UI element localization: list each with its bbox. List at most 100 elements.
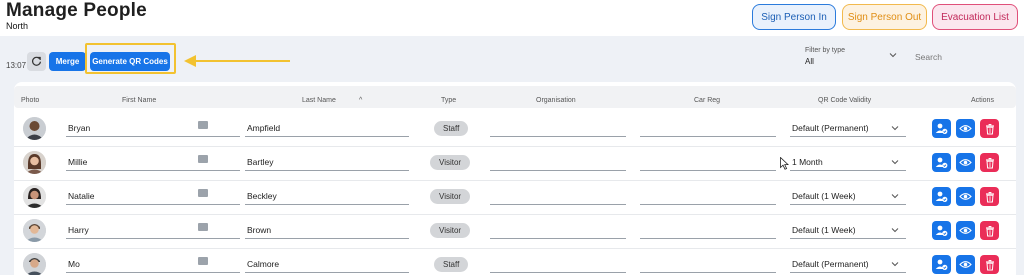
person-check-icon	[935, 123, 948, 134]
last-updated-time: 13:07	[6, 61, 27, 70]
person-check-icon	[935, 259, 948, 270]
eye-icon	[959, 227, 972, 234]
chevron-down-icon[interactable]	[891, 192, 899, 200]
table-row: Natalie Beckley Visitor Default (1 Week)	[14, 181, 1016, 215]
avatar	[23, 219, 46, 242]
view-button[interactable]	[956, 187, 975, 206]
delete-button[interactable]	[980, 119, 999, 138]
first-name-field[interactable]: Millie	[66, 152, 240, 171]
column-type[interactable]: Type	[441, 97, 456, 104]
mouse-cursor-icon	[780, 157, 789, 170]
avatar	[23, 117, 46, 140]
person-check-button[interactable]	[932, 153, 951, 172]
filter-type-select[interactable]: All	[805, 57, 814, 66]
person-check-icon	[935, 225, 948, 236]
arrow-left-icon	[184, 55, 290, 67]
sign-person-in-button[interactable]: Sign Person In	[752, 4, 836, 30]
page-subtitle: North	[6, 21, 29, 31]
car-reg-field[interactable]	[640, 118, 776, 137]
person-check-icon	[935, 191, 948, 202]
trash-icon	[985, 191, 994, 202]
delete-button[interactable]	[980, 221, 999, 240]
qr-validity-select[interactable]: 1 Month	[790, 152, 906, 171]
table-row: Bryan Ampfield Staff Default (Permanent)	[14, 113, 1016, 147]
table-row: Millie Bartley Visitor 1 Month	[14, 147, 1016, 181]
page-title: Manage People	[6, 0, 147, 21]
person-check-button[interactable]	[932, 221, 951, 240]
organisation-field[interactable]	[490, 186, 626, 205]
person-check-button[interactable]	[932, 119, 951, 138]
view-button[interactable]	[956, 255, 975, 274]
last-name-field[interactable]: Ampfield	[245, 118, 409, 137]
refresh-icon	[32, 56, 42, 66]
organisation-field[interactable]	[490, 254, 626, 273]
car-reg-field[interactable]	[640, 254, 776, 273]
avatar	[23, 185, 46, 208]
column-last-name[interactable]: Last Name	[302, 97, 336, 104]
column-car-reg[interactable]: Car Reg	[694, 97, 720, 104]
last-name-field[interactable]: Calmore	[245, 254, 409, 273]
car-reg-field[interactable]	[640, 220, 776, 239]
chevron-down-icon[interactable]	[891, 226, 899, 234]
id-card-icon[interactable]	[198, 223, 208, 231]
type-badge: Staff	[434, 257, 469, 272]
table-row: Mo Calmore Staff Default (Permanent)	[14, 249, 1016, 275]
type-badge: Staff	[434, 121, 469, 136]
chevron-down-icon[interactable]	[891, 124, 899, 132]
qr-validity-select[interactable]: Default (Permanent)	[790, 254, 906, 273]
chevron-down-icon[interactable]	[889, 51, 897, 59]
table-header: Photo First Name Last Name ^ Type Organi…	[14, 86, 1016, 108]
eye-icon	[959, 159, 972, 166]
type-badge: Visitor	[430, 189, 471, 204]
organisation-field[interactable]	[490, 118, 626, 137]
person-check-button[interactable]	[932, 187, 951, 206]
filter-label: Filter by type	[805, 47, 846, 54]
delete-button[interactable]	[980, 187, 999, 206]
first-name-field[interactable]: Harry	[66, 220, 240, 239]
last-name-field[interactable]: Brown	[245, 220, 409, 239]
last-name-field[interactable]: Beckley	[245, 186, 409, 205]
view-button[interactable]	[956, 119, 975, 138]
trash-icon	[985, 123, 994, 134]
type-badge: Visitor	[430, 155, 471, 170]
sign-person-out-button[interactable]: Sign Person Out	[842, 4, 927, 30]
sort-ascending-icon: ^	[359, 97, 363, 104]
person-check-icon	[935, 157, 948, 168]
delete-button[interactable]	[980, 255, 999, 274]
generate-qr-codes-button[interactable]: Generate QR Codes	[90, 52, 170, 71]
delete-button[interactable]	[980, 153, 999, 172]
car-reg-field[interactable]	[640, 152, 776, 171]
person-check-button[interactable]	[932, 255, 951, 274]
column-first-name[interactable]: First Name	[122, 97, 156, 104]
people-table: Photo First Name Last Name ^ Type Organi…	[14, 82, 1016, 275]
column-actions: Actions	[971, 97, 994, 104]
view-button[interactable]	[956, 153, 975, 172]
first-name-field[interactable]: Natalie	[66, 186, 240, 205]
eye-icon	[959, 193, 972, 200]
organisation-field[interactable]	[490, 152, 626, 171]
first-name-field[interactable]: Bryan	[66, 118, 240, 137]
first-name-field[interactable]: Mo	[66, 254, 240, 273]
search-input[interactable]: Search	[915, 52, 942, 62]
eye-icon	[959, 125, 972, 132]
merge-button[interactable]: Merge	[49, 52, 86, 71]
id-card-icon[interactable]	[198, 257, 208, 265]
evacuation-list-button[interactable]: Evacuation List	[932, 4, 1018, 30]
chevron-down-icon[interactable]	[891, 158, 899, 166]
qr-validity-select[interactable]: Default (1 Week)	[790, 186, 906, 205]
organisation-field[interactable]	[490, 220, 626, 239]
car-reg-field[interactable]	[640, 186, 776, 205]
qr-validity-select[interactable]: Default (1 Week)	[790, 220, 906, 239]
id-card-icon[interactable]	[198, 155, 208, 163]
column-organisation[interactable]: Organisation	[536, 97, 576, 104]
column-photo: Photo	[21, 97, 40, 104]
id-card-icon[interactable]	[198, 189, 208, 197]
qr-validity-select[interactable]: Default (Permanent)	[790, 118, 906, 137]
view-button[interactable]	[956, 221, 975, 240]
refresh-button[interactable]	[27, 52, 46, 71]
id-card-icon[interactable]	[198, 121, 208, 129]
column-qr-validity[interactable]: QR Code Validity	[818, 97, 871, 104]
last-name-field[interactable]: Bartley	[245, 152, 409, 171]
chevron-down-icon[interactable]	[891, 260, 899, 268]
type-badge: Visitor	[430, 223, 471, 238]
